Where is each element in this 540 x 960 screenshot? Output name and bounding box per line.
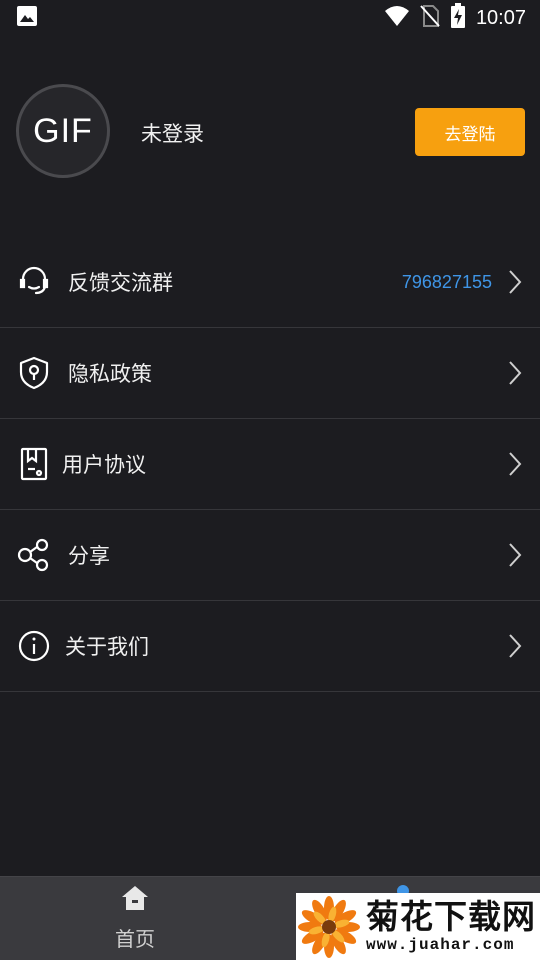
username: 未登录: [141, 122, 204, 146]
chevron-right-icon: [509, 543, 522, 567]
no-sim-icon: [420, 4, 440, 32]
info-icon: [17, 629, 51, 663]
image-icon: [16, 5, 38, 31]
headset-icon: [17, 265, 51, 299]
watermark-url: www.juahar.com: [366, 935, 515, 954]
share-icon: [17, 538, 51, 572]
menu-item-about-us[interactable]: 关于我们: [0, 601, 540, 692]
profile-header: GIF 未登录 去登陆: [0, 84, 540, 180]
chevron-right-icon: [509, 270, 522, 294]
login-button[interactable]: 去登陆: [415, 108, 525, 156]
menu-label-privacy: 隐私政策: [68, 362, 152, 386]
tab-home[interactable]: 首页: [95, 885, 175, 957]
status-time: 10:07: [475, 6, 526, 29]
menu-item-share[interactable]: 分享: [0, 510, 540, 601]
menu-item-user-agreement[interactable]: 用户协议: [0, 419, 540, 510]
menu-label-share: 分享: [68, 544, 110, 568]
menu-label-agreement: 用户协议: [62, 453, 146, 477]
chevron-right-icon: [509, 452, 522, 476]
menu-label-about: 关于我们: [65, 635, 149, 659]
avatar[interactable]: GIF: [16, 84, 110, 178]
shield-icon: [17, 356, 51, 390]
status-bar: 10:07: [0, 0, 540, 36]
watermark-title: 菊花下载网: [366, 896, 536, 936]
menu-label-feedback: 反馈交流群: [68, 271, 173, 295]
battery-charging-icon: [450, 3, 466, 33]
chevron-right-icon: [509, 634, 522, 658]
wifi-icon: [384, 5, 410, 31]
menu-item-feedback-group[interactable]: 反馈交流群 796827155: [0, 237, 540, 328]
flower-logo-icon: [298, 895, 360, 958]
document-icon: [17, 447, 51, 481]
menu-item-privacy-policy[interactable]: 隐私政策: [0, 328, 540, 419]
chevron-right-icon: [509, 361, 522, 385]
tab-home-label: 首页: [115, 927, 155, 951]
settings-menu: 反馈交流群 796827155 隐私政策 用户协议 分享 关于我们: [0, 237, 540, 692]
watermark-logo: 菊花下载网 www.juahar.com: [296, 893, 540, 960]
feedback-group-number: 796827155: [401, 271, 492, 292]
home-icon: [121, 885, 149, 915]
